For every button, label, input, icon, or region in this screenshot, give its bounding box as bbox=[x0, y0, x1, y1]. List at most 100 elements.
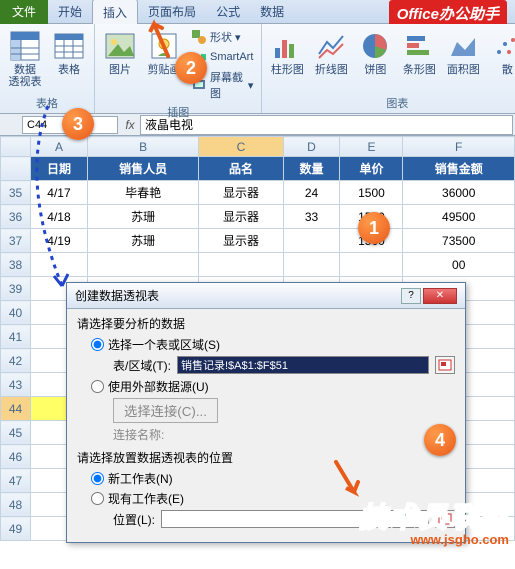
scatter-chart-icon bbox=[491, 30, 515, 62]
cell[interactable]: 单价 bbox=[340, 157, 403, 181]
col-C[interactable]: C bbox=[199, 137, 283, 157]
fx-icon[interactable]: fx bbox=[122, 118, 138, 132]
row-header[interactable]: 46 bbox=[1, 445, 31, 469]
cell[interactable]: 显示器 bbox=[199, 205, 283, 229]
watermark-2-url: www.jsgho.com bbox=[359, 532, 509, 547]
section-label-2: 请选择放置数据透视表的位置 bbox=[77, 449, 455, 466]
row-header[interactable]: 41 bbox=[1, 325, 31, 349]
row-header[interactable]: 47 bbox=[1, 469, 31, 493]
cell[interactable]: 品名 bbox=[199, 157, 283, 181]
radio-new-sheet[interactable] bbox=[91, 472, 104, 485]
cell[interactable] bbox=[340, 253, 403, 277]
tab-data[interactable]: 数据 bbox=[250, 0, 294, 24]
range-input[interactable] bbox=[177, 356, 429, 374]
col-D[interactable]: D bbox=[283, 137, 340, 157]
close-button[interactable]: ✕ bbox=[423, 288, 457, 304]
tab-formula[interactable]: 公式 bbox=[206, 0, 250, 24]
row-header[interactable]: 44 bbox=[1, 397, 31, 421]
cell[interactable]: 苏珊 bbox=[87, 229, 198, 253]
opt-new-sheet[interactable]: 新工作表(N) bbox=[91, 470, 455, 487]
radio-existing-sheet[interactable] bbox=[91, 492, 104, 505]
row-header[interactable]: 48 bbox=[1, 493, 31, 517]
line-chart-button[interactable]: 折线图 bbox=[312, 28, 350, 78]
bar-chart-icon bbox=[403, 30, 435, 62]
cell[interactable]: 毕春艳 bbox=[87, 181, 198, 205]
tab-home[interactable]: 开始 bbox=[48, 0, 92, 24]
opt-new-sheet-label: 新工作表(N) bbox=[108, 470, 173, 487]
col-B[interactable]: B bbox=[87, 137, 198, 157]
cell[interactable] bbox=[87, 253, 198, 277]
area-chart-button[interactable]: 面积图 bbox=[444, 28, 482, 78]
callout-1: 1 bbox=[358, 212, 390, 244]
shapes-button[interactable]: 形状▾ bbox=[189, 28, 255, 46]
cell[interactable]: 销售人员 bbox=[87, 157, 198, 181]
cell[interactable]: 00 bbox=[403, 253, 515, 277]
tab-insert[interactable]: 插入 bbox=[92, 0, 138, 25]
pivot-table-button[interactable]: 数据 透视表 bbox=[6, 28, 44, 90]
range-picker-button[interactable] bbox=[435, 356, 455, 374]
picture-label: 图片 bbox=[109, 64, 131, 76]
cell[interactable] bbox=[283, 253, 340, 277]
area-chart-label: 面积图 bbox=[447, 64, 480, 76]
cell[interactable]: 销售金额 bbox=[403, 157, 515, 181]
col-E[interactable]: E bbox=[340, 137, 403, 157]
pie-chart-label: 饼图 bbox=[364, 64, 386, 76]
pie-chart-button[interactable]: 饼图 bbox=[356, 28, 394, 78]
row-header[interactable]: 43 bbox=[1, 373, 31, 397]
callout-4: 4 bbox=[424, 424, 456, 456]
cell[interactable]: 33 bbox=[283, 205, 340, 229]
radio-select-range[interactable] bbox=[91, 338, 104, 351]
scatter-chart-button[interactable]: 散 bbox=[488, 28, 515, 78]
table-icon bbox=[53, 30, 85, 62]
range-label: 表/区域(T): bbox=[113, 357, 171, 374]
cell[interactable] bbox=[283, 229, 340, 253]
picture-button[interactable]: 图片 bbox=[101, 28, 139, 78]
cell[interactable] bbox=[199, 253, 283, 277]
section-label: 请选择要分析的数据 bbox=[77, 315, 455, 332]
callout-2: 2 bbox=[175, 52, 207, 84]
help-button[interactable]: ? bbox=[401, 288, 421, 304]
cell[interactable]: 显示器 bbox=[199, 229, 283, 253]
cell[interactable]: 24 bbox=[283, 181, 340, 205]
opt-external-label: 使用外部数据源(U) bbox=[108, 378, 209, 395]
dropdown-icon: ▾ bbox=[248, 79, 254, 92]
shapes-icon bbox=[191, 29, 207, 45]
cell[interactable]: 显示器 bbox=[199, 181, 283, 205]
arrow-to-ok bbox=[330, 458, 370, 498]
formula-bar[interactable] bbox=[140, 115, 513, 135]
row-header[interactable]: 45 bbox=[1, 421, 31, 445]
arrow-to-insert bbox=[138, 18, 178, 58]
line-chart-icon bbox=[315, 30, 347, 62]
cell[interactable]: 36000 bbox=[403, 181, 515, 205]
row-header[interactable]: 42 bbox=[1, 349, 31, 373]
pie-chart-icon bbox=[359, 30, 391, 62]
pivot-table-icon bbox=[9, 30, 41, 62]
watermark-brand: Office办公助手 bbox=[389, 0, 507, 27]
cell[interactable]: 73500 bbox=[403, 229, 515, 253]
row-header[interactable]: 40 bbox=[1, 301, 31, 325]
radio-external[interactable] bbox=[91, 380, 104, 393]
group-label-charts: 图表 bbox=[386, 93, 408, 111]
dialog-titlebar[interactable]: 创建数据透视表 ? ✕ bbox=[67, 283, 465, 309]
row-header[interactable]: 49 bbox=[1, 517, 31, 541]
opt-external[interactable]: 使用外部数据源(U) bbox=[91, 378, 455, 395]
cell[interactable]: 苏珊 bbox=[87, 205, 198, 229]
cell[interactable]: 1500 bbox=[340, 181, 403, 205]
group-label-illustrations: 插图 bbox=[167, 102, 189, 120]
cell[interactable]: 数量 bbox=[283, 157, 340, 181]
table-button[interactable]: 表格 bbox=[50, 28, 88, 78]
callout-3: 3 bbox=[62, 108, 94, 140]
tab-file[interactable]: 文件 bbox=[0, 0, 48, 24]
screenshot-label: 屏幕截图 bbox=[210, 69, 245, 101]
picture-icon bbox=[104, 30, 136, 62]
cell[interactable]: 49500 bbox=[403, 205, 515, 229]
bar-chart-button[interactable]: 条形图 bbox=[400, 28, 438, 78]
col-F[interactable]: F bbox=[403, 137, 515, 157]
watermark-2: 技术员联盟 www.jsgho.com bbox=[359, 496, 509, 547]
smartart-label: SmartArt bbox=[210, 51, 253, 63]
opt-select-range[interactable]: 选择一个表或区域(S) bbox=[91, 336, 455, 353]
column-chart-button[interactable]: 柱形图 bbox=[268, 28, 306, 78]
ribbon-group-charts: 柱形图 折线图 饼图 条形图 面积图 散 图表 bbox=[262, 24, 515, 113]
choose-connection-button: 选择连接(C)... bbox=[113, 398, 218, 423]
connection-name-label: 连接名称: bbox=[113, 426, 455, 443]
